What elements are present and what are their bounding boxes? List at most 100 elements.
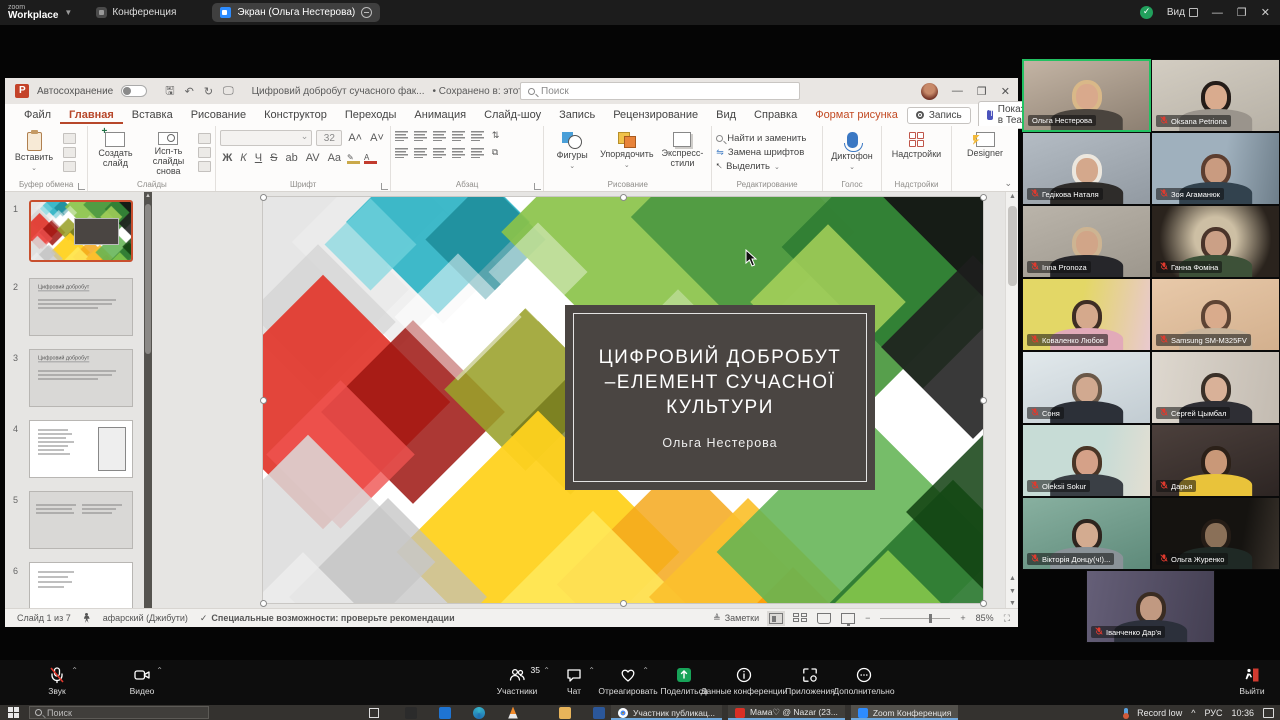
tab-главная[interactable]: Главная xyxy=(60,106,123,124)
reset-button[interactable] xyxy=(198,147,211,158)
taskbar-window-3[interactable]: Zoom Конференция xyxy=(851,705,959,720)
paste-button[interactable]: Вставить ⌄ xyxy=(9,130,59,177)
format-painter-button[interactable] xyxy=(63,161,76,172)
zoom-slider[interactable] xyxy=(880,618,950,619)
font-dialog-launcher[interactable] xyxy=(381,183,388,190)
participant-tile-8[interactable]: Samsung SM-M325FV xyxy=(1151,278,1280,351)
clipboard-dialog-launcher[interactable] xyxy=(78,183,85,190)
video-button[interactable]: ⌃Видео xyxy=(100,666,184,696)
align-left-button[interactable] xyxy=(395,147,408,158)
clock[interactable]: 10:36 xyxy=(1231,708,1254,718)
app-icon-1[interactable] xyxy=(405,707,417,719)
participant-tile-15[interactable]: Іванченко Дар'я xyxy=(1086,570,1215,643)
tray-expand-icon[interactable]: ^ xyxy=(1191,708,1195,718)
section-button[interactable] xyxy=(198,161,211,172)
quick-styles-button[interactable]: Экспресс-стили xyxy=(658,130,708,177)
fit-to-window-icon[interactable]: ⛶ xyxy=(1004,613,1010,624)
arrange-button[interactable]: Упорядочить ⌄ xyxy=(600,130,654,177)
selection-handle[interactable] xyxy=(260,397,267,404)
more-button[interactable]: Дополнительно xyxy=(822,666,906,696)
minimize-window-button[interactable]: — xyxy=(1212,7,1223,19)
replace-fonts-button[interactable]: ⇋Замена шрифтов xyxy=(716,147,806,158)
zoom-out-button[interactable]: − xyxy=(865,613,870,623)
reuse-slides-button[interactable]: Исп-ть слайды снова xyxy=(143,130,195,177)
select-button[interactable]: ⭦Выделить ⌄ xyxy=(716,161,806,172)
next-slide-button[interactable]: ▼ xyxy=(1006,588,1018,595)
ppt-search-box[interactable]: Поиск xyxy=(520,82,800,100)
dictate-button[interactable]: Диктофон ⌄ xyxy=(827,130,877,177)
leave-button[interactable]: Выйти xyxy=(1210,666,1280,696)
scrollbar-thumb[interactable] xyxy=(1008,206,1017,286)
slide-thumbnail-4[interactable] xyxy=(29,420,133,478)
tab-вид[interactable]: Вид xyxy=(707,106,745,124)
taskbar-search[interactable]: Поиск xyxy=(29,706,209,719)
start-button[interactable] xyxy=(8,707,19,718)
smartart-convert-button[interactable]: ⧉ xyxy=(490,147,500,158)
notes-button[interactable]: ≜ Заметки xyxy=(713,613,759,624)
participant-tile-1[interactable]: Ольга Нестерова xyxy=(1022,59,1151,132)
layout-button[interactable] xyxy=(198,133,211,144)
tab-конструктор[interactable]: Конструктор xyxy=(255,106,336,124)
slide-area-scrollbar[interactable]: ▲ ▲ ▼ ▼ xyxy=(1005,192,1018,608)
selection-handle[interactable] xyxy=(260,194,267,201)
participant-tile-14[interactable]: Ольга Журенко xyxy=(1151,497,1280,570)
selection-handle[interactable] xyxy=(620,194,627,201)
find-replace-button[interactable]: Найти и заменить xyxy=(716,133,806,144)
ppt-close-button[interactable]: ✕ xyxy=(1001,85,1010,98)
align-right-button[interactable] xyxy=(433,147,446,158)
slide-thumbnail-3[interactable]: Цифровий добробут xyxy=(29,349,133,407)
addins-button[interactable]: Надстройки xyxy=(886,130,947,177)
record-button[interactable]: Запись xyxy=(907,107,971,124)
grow-font-button[interactable]: A˄ xyxy=(346,132,364,144)
slide-sorter-view-button[interactable] xyxy=(793,613,807,624)
tab-переходы[interactable]: Переходы xyxy=(336,106,406,124)
autosave-toggle[interactable] xyxy=(121,85,147,97)
selection-handle[interactable] xyxy=(980,194,987,201)
selection-handle[interactable] xyxy=(980,600,987,607)
undo-button[interactable]: ↶ xyxy=(185,85,194,98)
participant-tile-3[interactable]: Гедікова Наталя xyxy=(1022,132,1151,205)
slide-title-box[interactable]: ЦИФРОВИЙ ДОБРОБУТ –ЕЛЕМЕНТ СУЧАСНОЇ КУЛЬ… xyxy=(565,305,875,490)
copy-button[interactable] xyxy=(63,147,76,158)
tab-слайд-шоу[interactable]: Слайд-шоу xyxy=(475,106,550,124)
bullets-button[interactable] xyxy=(395,130,408,141)
weather-icon[interactable] xyxy=(1124,708,1128,718)
font-style-button-1[interactable]: К xyxy=(238,152,248,164)
tab-справка[interactable]: Справка xyxy=(745,106,806,124)
audio-chevron-icon[interactable]: ⌃ xyxy=(71,666,78,675)
participant-tile-9[interactable]: Соня xyxy=(1022,351,1151,424)
reading-view-button[interactable] xyxy=(817,613,831,624)
task-view-button[interactable] xyxy=(369,708,379,718)
text-direction-button[interactable]: ⇅ xyxy=(490,130,502,141)
highlight-color-button[interactable]: ✎ xyxy=(347,153,360,164)
columns-button[interactable] xyxy=(471,147,484,158)
participant-tile-6[interactable]: Ганна Фоміна xyxy=(1151,205,1280,278)
numbering-button[interactable] xyxy=(414,130,427,141)
slide-thumbnail-6[interactable] xyxy=(29,562,133,608)
selection-handle[interactable] xyxy=(980,397,987,404)
font-color-button[interactable]: A xyxy=(364,153,377,164)
participant-tile-12[interactable]: Дарья xyxy=(1151,424,1280,497)
tab-рецензирование[interactable]: Рецензирование xyxy=(604,106,707,124)
view-button[interactable]: Вид xyxy=(1167,7,1198,18)
slide-thumbnail-2[interactable]: Цифровий добробут xyxy=(29,278,133,336)
cut-button[interactable] xyxy=(63,133,76,144)
designer-button[interactable]: Designer xyxy=(956,130,1014,177)
tab-meeting[interactable]: Конференция xyxy=(96,7,176,18)
edge-app-icon[interactable] xyxy=(473,707,485,719)
indent-increase-button[interactable] xyxy=(452,130,465,141)
word-app-icon[interactable] xyxy=(593,707,605,719)
selection-handle[interactable] xyxy=(620,600,627,607)
indent-decrease-button[interactable] xyxy=(433,130,446,141)
tab-запись[interactable]: Запись xyxy=(550,106,604,124)
thumbnail-scrollbar[interactable] xyxy=(144,192,152,608)
vlc-app-icon[interactable] xyxy=(507,707,519,719)
tab-вставка[interactable]: Вставка xyxy=(123,106,182,124)
audio-button[interactable]: ⌃Звук xyxy=(15,666,99,696)
weather-label[interactable]: Record low xyxy=(1137,708,1182,718)
paragraph-dialog-launcher[interactable] xyxy=(534,183,541,190)
zoom-level[interactable]: 85% xyxy=(976,613,994,623)
taskbar-window-1[interactable]: Участник публикац... xyxy=(611,705,722,720)
save-button[interactable]: 🖫 xyxy=(165,82,174,101)
redo-button[interactable]: ↻ xyxy=(204,85,213,98)
